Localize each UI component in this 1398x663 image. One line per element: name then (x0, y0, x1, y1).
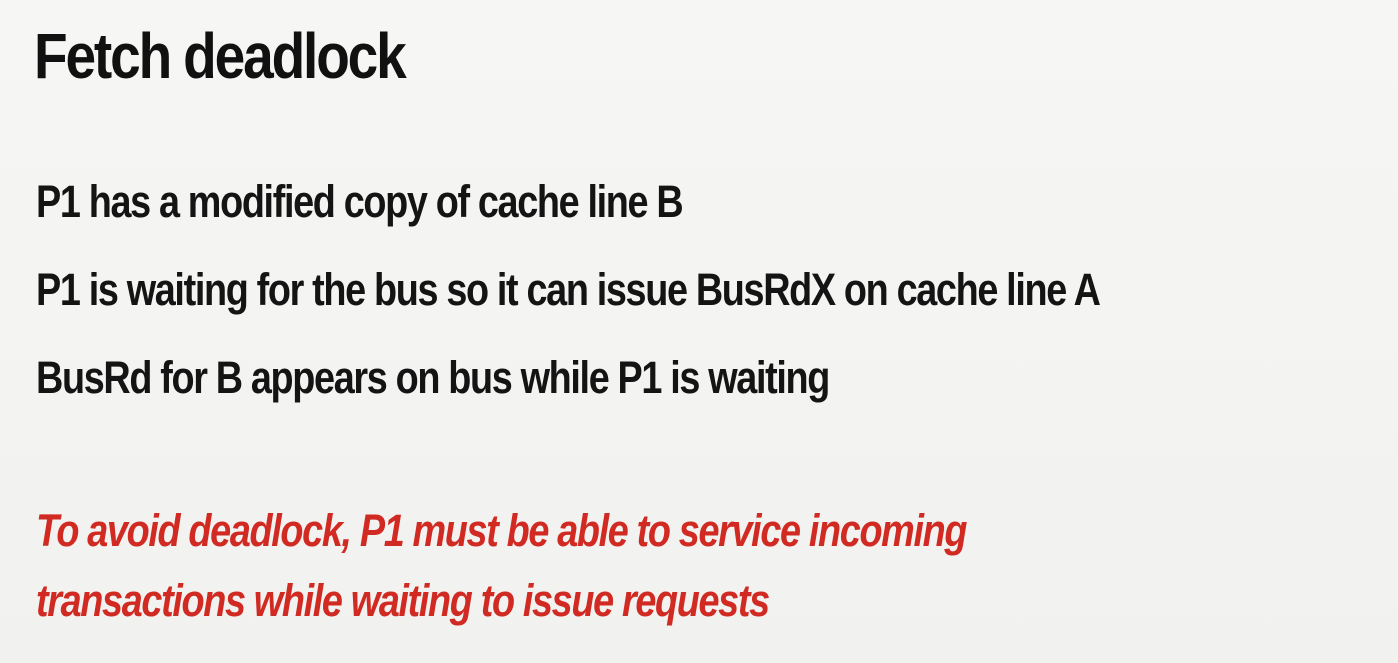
highlight-note-line: transactions while waiting to issue requ… (36, 575, 770, 626)
slide: Fetch deadlock P1 has a modified copy of… (0, 0, 1398, 663)
bullet-item: BusRd for B appears on bus while P1 is w… (36, 352, 830, 403)
bullet-item: P1 is waiting for the bus so it can issu… (36, 264, 1101, 315)
highlight-note: To avoid deadlock, P1 must be able to se… (36, 496, 1396, 636)
bullet-list: P1 has a modified copy of cache line B P… (36, 158, 1376, 422)
slide-title: Fetch deadlock (34, 20, 407, 92)
highlight-note-line: To avoid deadlock, P1 must be able to se… (36, 505, 967, 556)
bullet-item: P1 has a modified copy of cache line B (36, 176, 684, 227)
